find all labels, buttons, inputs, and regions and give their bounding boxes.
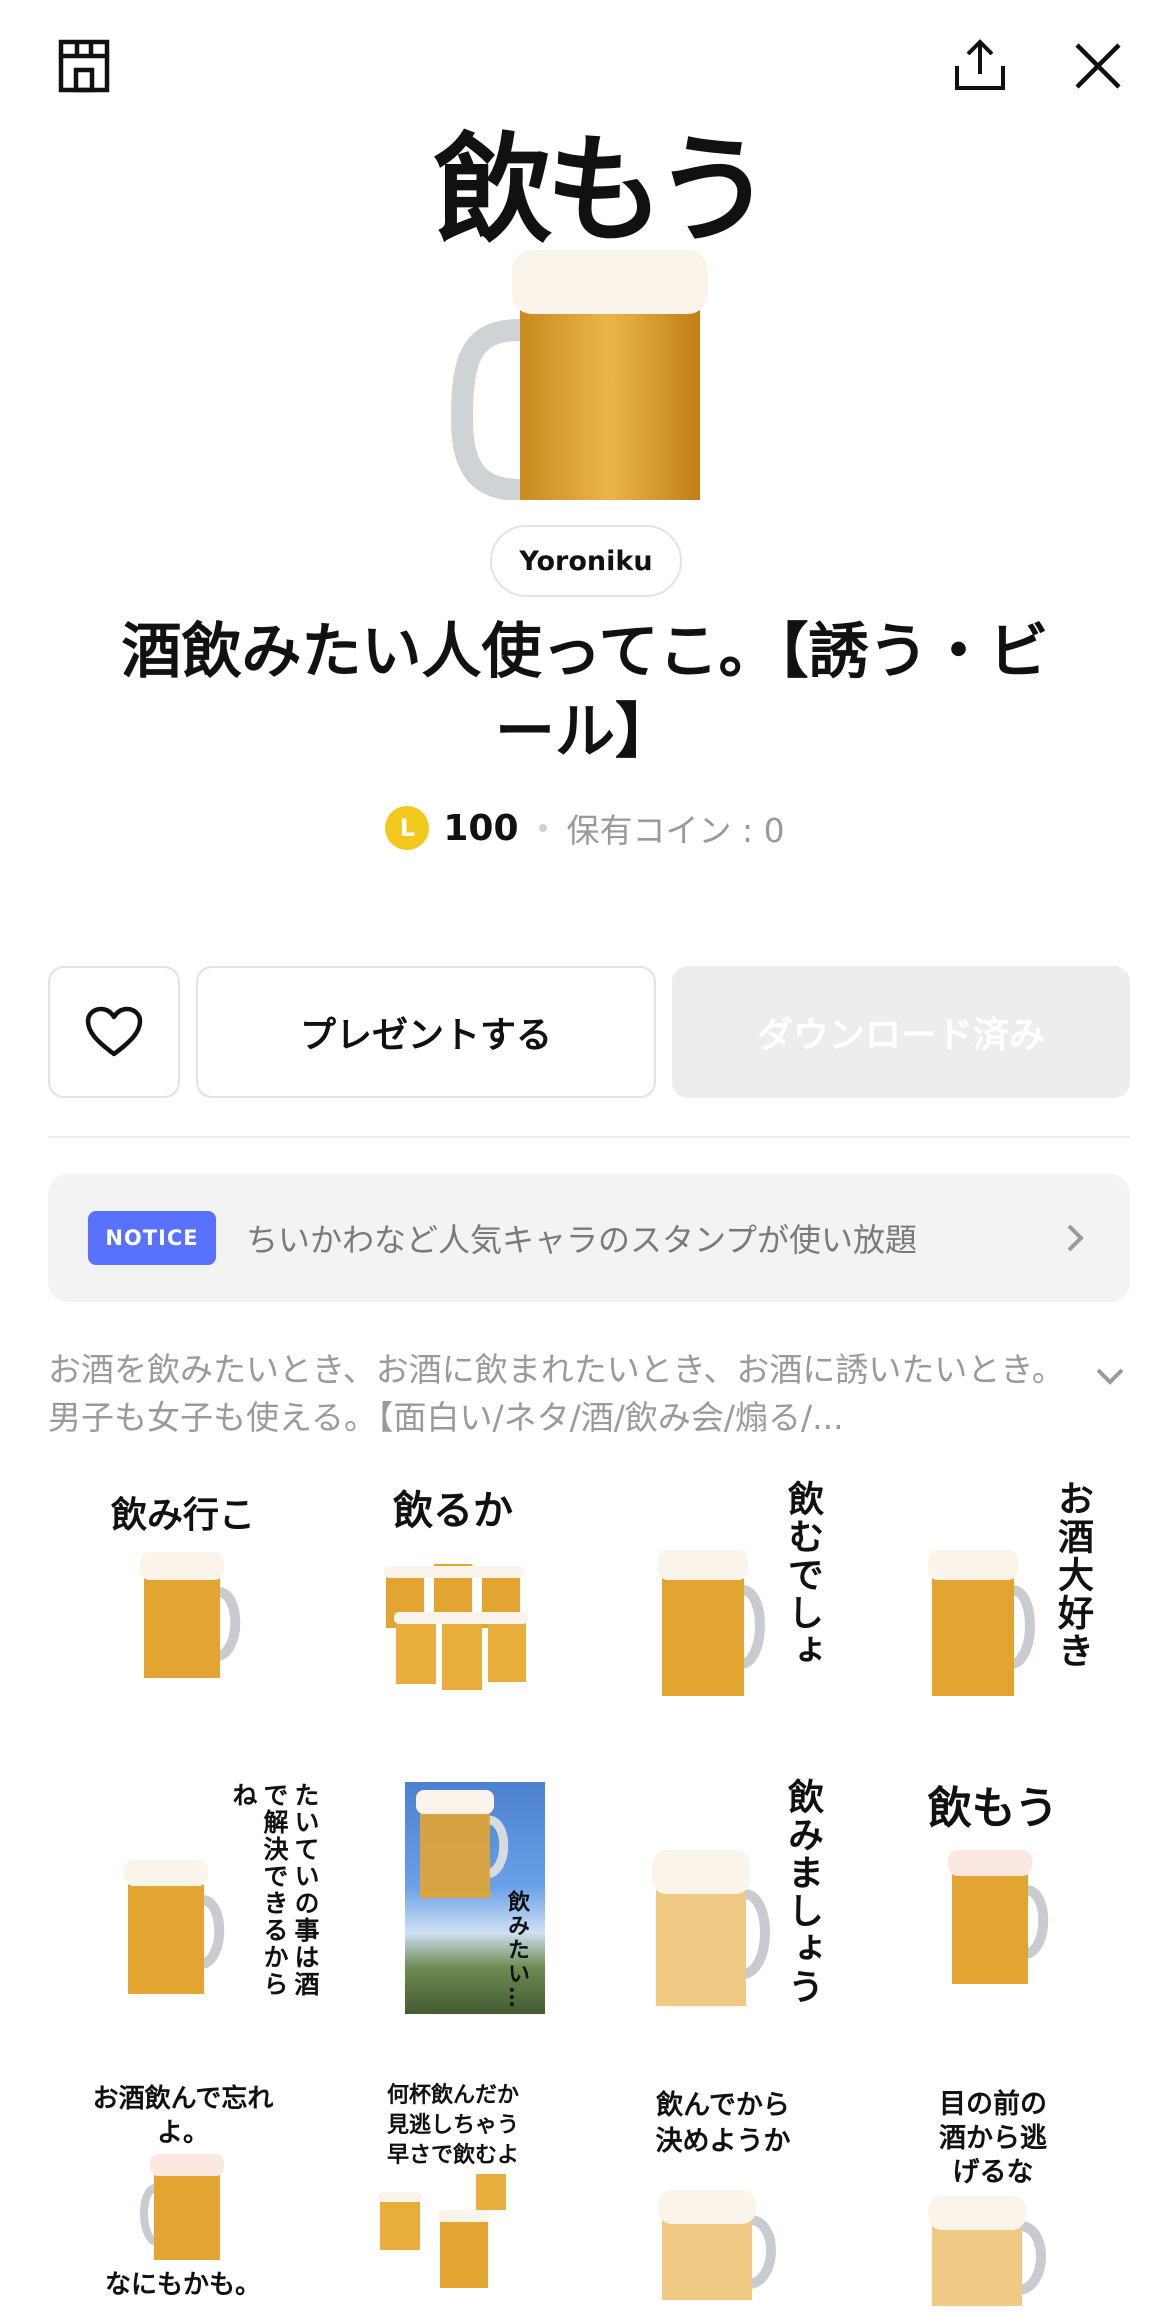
sticker-caption: 何杯飲んだか見逃しちゃう早さで飲むよ: [386, 2082, 519, 2168]
main-sticker-image: 飲もう: [420, 120, 780, 500]
sticker-caption: 目の前の酒から逃げるな: [939, 2089, 1047, 2188]
beer-mug-image: [140, 1552, 241, 1678]
divider: [48, 1136, 1130, 1138]
sticker-caption: 飲みたい…: [504, 1890, 530, 2010]
notice-badge: NOTICE: [88, 1211, 216, 1265]
sticker-item[interactable]: 飲みたい…: [318, 1770, 588, 2070]
beer-mug-image: [928, 2196, 1046, 2306]
shop-icon[interactable]: [48, 30, 120, 102]
sticker-item[interactable]: 飲むでしょ: [588, 1470, 858, 1770]
heart-icon: [85, 1006, 143, 1057]
notice-banner[interactable]: NOTICE ちいかわなど人気キャラのスタンプが使い放題: [48, 1174, 1130, 1302]
beer-mug-image: [140, 2154, 224, 2260]
sticker-caption: 飲るか: [393, 1487, 513, 1534]
author-chip[interactable]: Yoroniku: [490, 525, 682, 597]
sticker-caption: たいていの事は酒で解決できるからね: [229, 1782, 320, 1998]
sticker-caption: 飲み行こ: [110, 1494, 255, 1536]
sticker-item[interactable]: 目の前の酒から逃げるな: [858, 2070, 1128, 2312]
sticker-pack-title: 酒飲みたい人使ってこ。【誘う・ビール】: [121, 617, 1049, 767]
main-sticker-text: 飲もう: [433, 120, 772, 259]
sticker-item[interactable]: 飲み行こ: [48, 1470, 318, 1770]
beer-mug-image: [652, 1850, 770, 2006]
sticker-caption: 飲むでしょ: [782, 1480, 824, 1670]
separator-dot: [538, 824, 547, 832]
beer-mug-image: [948, 1850, 1049, 1984]
coin-icon: L: [385, 806, 430, 850]
notice-text: ちいかわなど人気キャラのスタンプが使い放題: [246, 1221, 918, 1259]
sticker-item[interactable]: 飲もう: [858, 1770, 1128, 2070]
beer-mug-image: [384, 1564, 528, 1690]
beer-mug-image: [658, 1550, 765, 1696]
sticker-caption: 飲みましょう: [782, 1778, 824, 2006]
close-icon[interactable]: [1062, 30, 1134, 102]
beer-mug-image: [658, 2190, 776, 2300]
beer-mug-image: [928, 1550, 1035, 1696]
sticker-item[interactable]: お酒大好き: [858, 1470, 1128, 1770]
beer-mug-image: [378, 2174, 506, 2288]
price-row: L 100 保有コイン : 0: [0, 800, 1170, 856]
chevron-right-icon: [1067, 1224, 1084, 1252]
price-amount: 100: [443, 807, 519, 849]
sticker-item[interactable]: 飲るか: [318, 1470, 588, 1770]
sticker-caption: お酒飲んで忘れよ。: [92, 2084, 274, 2148]
sticker-item[interactable]: お酒飲んで忘れよ。 なにもかも。: [48, 2070, 318, 2312]
description-text: お酒を飲みたいとき、お酒に飲まれたいとき、お酒に誘いたいとき。男子も女子も使える…: [48, 1350, 1065, 1437]
chevron-down-icon[interactable]: [1090, 1356, 1130, 1396]
beer-mug-image: [450, 250, 708, 500]
like-button[interactable]: [48, 966, 180, 1098]
sticker-caption: なにもかも。: [104, 2270, 261, 2300]
download-button[interactable]: ダウンロード済み: [672, 966, 1130, 1098]
beer-mug-image: [416, 1790, 509, 1898]
gift-button[interactable]: プレゼントする: [196, 966, 656, 1098]
sticker-caption: 飲もう: [927, 1783, 1059, 1834]
sticker-item[interactable]: 飲みましょう: [588, 1770, 858, 2070]
sticker-item[interactable]: たいていの事は酒で解決できるからね: [48, 1770, 320, 2070]
sticker-caption: 飲んでから決めようか: [655, 2090, 791, 2157]
sticker-item[interactable]: 何杯飲んだか見逃しちゃう早さで飲むよ: [318, 2070, 588, 2312]
sticker-caption: お酒大好き: [1052, 1480, 1094, 1670]
owned-coins: 保有コイン : 0: [566, 811, 785, 850]
share-icon[interactable]: [944, 30, 1016, 102]
beer-mug-image: [124, 1860, 225, 1994]
sticker-item[interactable]: 飲んでから決めようか: [588, 2070, 858, 2312]
